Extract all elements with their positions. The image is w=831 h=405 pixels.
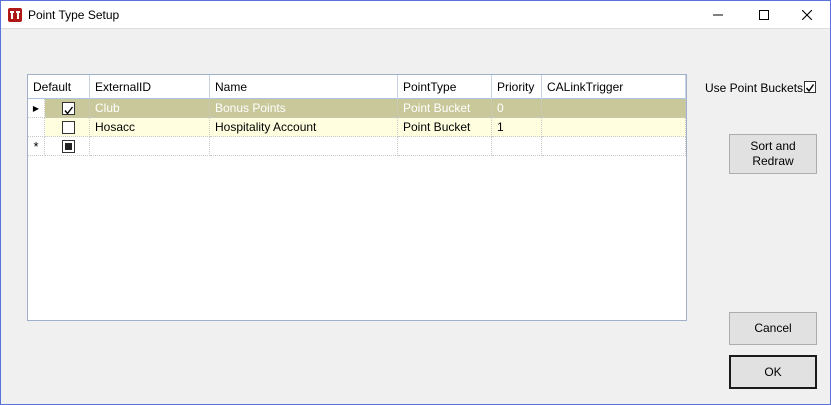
default-checkbox-checked[interactable] <box>62 102 75 115</box>
minimize-button[interactable] <box>695 1 741 29</box>
calinktrigger-cell[interactable] <box>542 137 686 156</box>
title-bar: Point Type Setup <box>1 1 830 29</box>
priority-cell[interactable] <box>492 137 542 156</box>
ok-button[interactable]: OK <box>729 355 817 389</box>
externalid-cell[interactable] <box>90 137 210 156</box>
pointtype-cell[interactable]: Point Bucket <box>398 99 492 118</box>
table-row[interactable]: Hosacc Hospitality Account Point Bucket … <box>28 118 686 137</box>
sort-and-redraw-label: Sort and Redraw <box>750 139 796 168</box>
close-button[interactable] <box>784 1 830 29</box>
current-row-arrow-icon: ▶ <box>32 103 40 113</box>
window-title: Point Type Setup <box>28 8 120 22</box>
column-header-default[interactable]: Default <box>28 75 90 99</box>
name-cell[interactable] <box>210 137 398 156</box>
row-header[interactable] <box>28 118 45 137</box>
app-icon <box>8 8 22 22</box>
cancel-button[interactable]: Cancel <box>729 312 817 345</box>
row-header-new[interactable]: * <box>28 137 45 156</box>
pointtype-cell[interactable] <box>398 137 492 156</box>
default-cell[interactable] <box>45 137 90 156</box>
name-cell[interactable]: Hospitality Account <box>210 118 398 137</box>
default-checkbox-indeterminate[interactable] <box>62 140 75 153</box>
default-cell[interactable] <box>45 118 90 137</box>
default-checkbox[interactable] <box>62 121 75 134</box>
maximize-button[interactable] <box>741 1 787 29</box>
priority-cell[interactable]: 0 <box>492 99 542 118</box>
calinktrigger-cell[interactable] <box>542 99 686 118</box>
sort-and-redraw-button[interactable]: Sort and Redraw <box>729 134 817 174</box>
row-header-current[interactable]: ▶ <box>28 99 45 118</box>
default-cell[interactable] <box>45 99 90 118</box>
column-header-priority[interactable]: Priority <box>492 75 542 99</box>
name-cell[interactable]: Bonus Points <box>210 99 398 118</box>
minimize-icon <box>713 14 723 16</box>
column-header-calinktrigger[interactable]: CALinkTrigger <box>542 75 686 99</box>
use-point-buckets-label: Use Point Buckets <box>705 81 804 95</box>
use-point-buckets-option[interactable]: Use Point Buckets <box>705 81 816 95</box>
dialog-body: Default ExternalID Name PointType Priori… <box>5 30 828 402</box>
use-point-buckets-checkbox[interactable] <box>804 81 816 93</box>
ok-label: OK <box>764 364 782 379</box>
checkmark-icon <box>64 106 74 115</box>
grid-header: Default ExternalID Name PointType Priori… <box>28 75 686 99</box>
column-header-externalid[interactable]: ExternalID <box>90 75 210 99</box>
externalid-cell[interactable]: Hosacc <box>90 118 210 137</box>
checkmark-icon <box>805 84 815 93</box>
pointtype-cell[interactable]: Point Bucket <box>398 118 492 137</box>
maximize-icon <box>759 10 769 20</box>
column-header-pointtype[interactable]: PointType <box>398 75 492 99</box>
point-type-setup-window: Point Type Setup Default ExternalID Name… <box>0 0 831 405</box>
priority-cell[interactable]: 1 <box>492 118 542 137</box>
point-type-grid[interactable]: Default ExternalID Name PointType Priori… <box>27 74 687 321</box>
table-row[interactable]: ▶ Club Bonus Points Point Bucket 0 <box>28 99 686 118</box>
new-row[interactable]: * <box>28 137 686 156</box>
externalid-cell[interactable]: Club <box>90 99 210 118</box>
column-header-name[interactable]: Name <box>210 75 398 99</box>
close-icon <box>802 10 812 20</box>
cancel-label: Cancel <box>754 321 792 335</box>
new-row-asterisk-icon: * <box>33 138 39 154</box>
calinktrigger-cell[interactable] <box>542 118 686 137</box>
